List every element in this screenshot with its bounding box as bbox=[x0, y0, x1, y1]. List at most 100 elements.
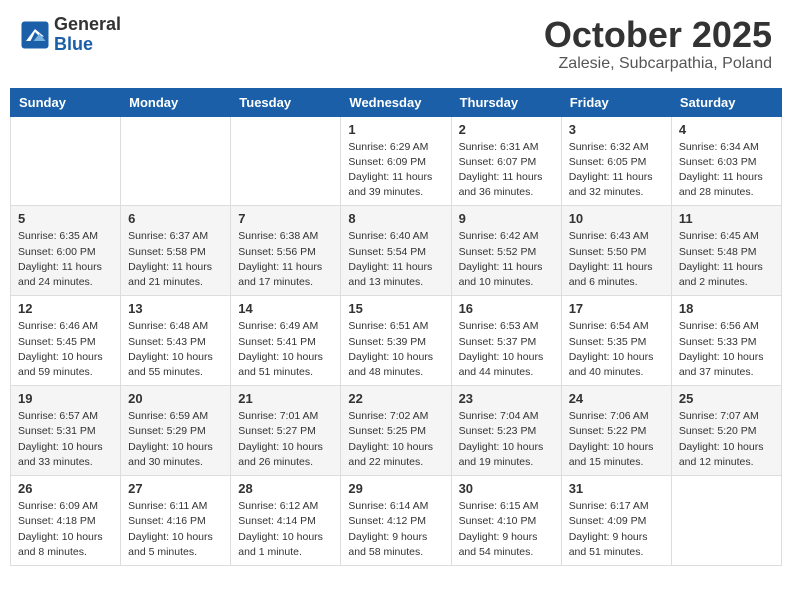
calendar-cell: 1Sunrise: 6:29 AM Sunset: 6:09 PM Daylig… bbox=[341, 116, 451, 206]
day-number: 23 bbox=[459, 391, 554, 406]
calendar-cell: 25 Sunrise: 7:07 AM Sunset: 5:20 PM Dayli… bbox=[671, 386, 781, 476]
logo-icon bbox=[20, 20, 50, 50]
day-number: 31 bbox=[569, 481, 664, 496]
title-section: October 2025 Zalesie, Subcarpathia, Pola… bbox=[544, 15, 772, 73]
day-info: Sunrise: 7:02 AM Sunset: 5:25 PM Dayligh… bbox=[348, 409, 443, 470]
logo-general: General bbox=[54, 15, 121, 35]
day-header-thursday: Thursday bbox=[451, 88, 561, 116]
calendar-cell: 26 Sunrise: 6:09 AM Sunset: 4:18 PM Dayli… bbox=[11, 476, 121, 566]
day-number: 13 bbox=[128, 301, 223, 316]
day-number: 30 bbox=[459, 481, 554, 496]
calendar-cell: 13 Sunrise: 6:48 AM Sunset: 5:43 PM Dayli… bbox=[121, 296, 231, 386]
day-header-wednesday: Wednesday bbox=[341, 88, 451, 116]
day-info: Sunrise: 7:01 AM Sunset: 5:27 PM Dayligh… bbox=[238, 409, 333, 470]
day-info: Sunrise: 6:51 AM Sunset: 5:39 PM Dayligh… bbox=[348, 319, 443, 380]
day-info: Sunrise: 6:34 AM Sunset: 6:03 PM Dayligh… bbox=[679, 140, 774, 201]
logo-text: General Blue bbox=[54, 15, 121, 55]
calendar-header-row: SundayMondayTuesdayWednesdayThursdayFrid… bbox=[11, 88, 782, 116]
calendar-cell: 20Sunrise: 6:59 AM Sunset: 5:29 PM Dayli… bbox=[121, 386, 231, 476]
day-info: Sunrise: 6:49 AM Sunset: 5:41 PM Dayligh… bbox=[238, 319, 333, 380]
calendar-cell: 5 Sunrise: 6:35 AM Sunset: 6:00 PM Daylig… bbox=[11, 206, 121, 296]
calendar-cell: 12Sunrise: 6:46 AM Sunset: 5:45 PM Dayli… bbox=[11, 296, 121, 386]
calendar-cell: 6 Sunrise: 6:37 AM Sunset: 5:58 PM Daylig… bbox=[121, 206, 231, 296]
calendar-cell: 3 Sunrise: 6:32 AM Sunset: 6:05 PM Daylig… bbox=[561, 116, 671, 206]
calendar-cell: 24Sunrise: 7:06 AM Sunset: 5:22 PM Dayli… bbox=[561, 386, 671, 476]
day-info: Sunrise: 6:29 AM Sunset: 6:09 PM Dayligh… bbox=[348, 140, 443, 201]
day-info: Sunrise: 6:15 AM Sunset: 4:10 PM Dayligh… bbox=[459, 499, 554, 560]
day-info: Sunrise: 6:09 AM Sunset: 4:18 PM Dayligh… bbox=[18, 499, 113, 560]
day-info: Sunrise: 6:42 AM Sunset: 5:52 PM Dayligh… bbox=[459, 229, 554, 290]
calendar-cell: 4Sunrise: 6:34 AM Sunset: 6:03 PM Daylig… bbox=[671, 116, 781, 206]
day-info: Sunrise: 6:56 AM Sunset: 5:33 PM Dayligh… bbox=[679, 319, 774, 380]
calendar-cell: 17Sunrise: 6:54 AM Sunset: 5:35 PM Dayli… bbox=[561, 296, 671, 386]
day-info: Sunrise: 7:07 AM Sunset: 5:20 PM Dayligh… bbox=[679, 409, 774, 470]
day-number: 28 bbox=[238, 481, 333, 496]
calendar-week-row: 26 Sunrise: 6:09 AM Sunset: 4:18 PM Dayli… bbox=[11, 476, 782, 566]
day-number: 26 bbox=[18, 481, 113, 496]
calendar-cell bbox=[231, 116, 341, 206]
page-header: General Blue October 2025 Zalesie, Subca… bbox=[10, 10, 782, 78]
day-number: 10 bbox=[569, 211, 664, 226]
day-number: 6 bbox=[128, 211, 223, 226]
calendar-cell: 18 Sunrise: 6:56 AM Sunset: 5:33 PM Dayli… bbox=[671, 296, 781, 386]
day-number: 21 bbox=[238, 391, 333, 406]
day-number: 14 bbox=[238, 301, 333, 316]
day-info: Sunrise: 6:46 AM Sunset: 5:45 PM Dayligh… bbox=[18, 319, 113, 380]
day-header-tuesday: Tuesday bbox=[231, 88, 341, 116]
day-header-sunday: Sunday bbox=[11, 88, 121, 116]
day-number: 2 bbox=[459, 122, 554, 137]
day-number: 5 bbox=[18, 211, 113, 226]
day-number: 16 bbox=[459, 301, 554, 316]
calendar-cell: 19 Sunrise: 6:57 AM Sunset: 5:31 PM Dayli… bbox=[11, 386, 121, 476]
calendar-cell bbox=[11, 116, 121, 206]
calendar-cell: 2Sunrise: 6:31 AM Sunset: 6:07 PM Daylig… bbox=[451, 116, 561, 206]
calendar-cell: 31Sunrise: 6:17 AM Sunset: 4:09 PM Dayli… bbox=[561, 476, 671, 566]
day-info: Sunrise: 7:04 AM Sunset: 5:23 PM Dayligh… bbox=[459, 409, 554, 470]
day-info: Sunrise: 6:45 AM Sunset: 5:48 PM Dayligh… bbox=[679, 229, 774, 290]
day-number: 19 bbox=[18, 391, 113, 406]
day-info: Sunrise: 6:38 AM Sunset: 5:56 PM Dayligh… bbox=[238, 229, 333, 290]
day-number: 22 bbox=[348, 391, 443, 406]
day-number: 3 bbox=[569, 122, 664, 137]
calendar-week-row: 5 Sunrise: 6:35 AM Sunset: 6:00 PM Daylig… bbox=[11, 206, 782, 296]
calendar-cell: 29Sunrise: 6:14 AM Sunset: 4:12 PM Dayli… bbox=[341, 476, 451, 566]
day-number: 27 bbox=[128, 481, 223, 496]
logo: General Blue bbox=[20, 15, 121, 55]
calendar-cell: 30 Sunrise: 6:15 AM Sunset: 4:10 PM Dayli… bbox=[451, 476, 561, 566]
calendar-cell: 11Sunrise: 6:45 AM Sunset: 5:48 PM Dayli… bbox=[671, 206, 781, 296]
day-number: 18 bbox=[679, 301, 774, 316]
calendar-cell: 8Sunrise: 6:40 AM Sunset: 5:54 PM Daylig… bbox=[341, 206, 451, 296]
calendar-cell: 10 Sunrise: 6:43 AM Sunset: 5:50 PM Dayli… bbox=[561, 206, 671, 296]
calendar-cell: 16Sunrise: 6:53 AM Sunset: 5:37 PM Dayli… bbox=[451, 296, 561, 386]
calendar-cell: 15Sunrise: 6:51 AM Sunset: 5:39 PM Dayli… bbox=[341, 296, 451, 386]
day-number: 25 bbox=[679, 391, 774, 406]
calendar-table: SundayMondayTuesdayWednesdayThursdayFrid… bbox=[10, 88, 782, 566]
day-info: Sunrise: 6:54 AM Sunset: 5:35 PM Dayligh… bbox=[569, 319, 664, 380]
day-number: 7 bbox=[238, 211, 333, 226]
day-number: 9 bbox=[459, 211, 554, 226]
day-header-friday: Friday bbox=[561, 88, 671, 116]
calendar-cell: 27 Sunrise: 6:11 AM Sunset: 4:16 PM Dayli… bbox=[121, 476, 231, 566]
calendar-cell bbox=[671, 476, 781, 566]
day-info: Sunrise: 6:14 AM Sunset: 4:12 PM Dayligh… bbox=[348, 499, 443, 560]
day-info: Sunrise: 6:37 AM Sunset: 5:58 PM Dayligh… bbox=[128, 229, 223, 290]
day-info: Sunrise: 6:35 AM Sunset: 6:00 PM Dayligh… bbox=[18, 229, 113, 290]
calendar-week-row: 1Sunrise: 6:29 AM Sunset: 6:09 PM Daylig… bbox=[11, 116, 782, 206]
calendar-cell: 14 Sunrise: 6:49 AM Sunset: 5:41 PM Dayli… bbox=[231, 296, 341, 386]
day-info: Sunrise: 6:57 AM Sunset: 5:31 PM Dayligh… bbox=[18, 409, 113, 470]
location-title: Zalesie, Subcarpathia, Poland bbox=[544, 55, 772, 73]
calendar-cell: 22 Sunrise: 7:02 AM Sunset: 5:25 PM Dayli… bbox=[341, 386, 451, 476]
day-info: Sunrise: 6:59 AM Sunset: 5:29 PM Dayligh… bbox=[128, 409, 223, 470]
calendar-cell: 23 Sunrise: 7:04 AM Sunset: 5:23 PM Dayli… bbox=[451, 386, 561, 476]
calendar-week-row: 19 Sunrise: 6:57 AM Sunset: 5:31 PM Dayli… bbox=[11, 386, 782, 476]
calendar-cell: 7 Sunrise: 6:38 AM Sunset: 5:56 PM Daylig… bbox=[231, 206, 341, 296]
day-info: Sunrise: 6:11 AM Sunset: 4:16 PM Dayligh… bbox=[128, 499, 223, 560]
day-info: Sunrise: 6:32 AM Sunset: 6:05 PM Dayligh… bbox=[569, 140, 664, 201]
day-header-monday: Monday bbox=[121, 88, 231, 116]
calendar-cell bbox=[121, 116, 231, 206]
calendar-week-row: 12Sunrise: 6:46 AM Sunset: 5:45 PM Dayli… bbox=[11, 296, 782, 386]
month-title: October 2025 bbox=[544, 15, 772, 55]
day-info: Sunrise: 6:40 AM Sunset: 5:54 PM Dayligh… bbox=[348, 229, 443, 290]
day-info: Sunrise: 6:43 AM Sunset: 5:50 PM Dayligh… bbox=[569, 229, 664, 290]
day-info: Sunrise: 6:48 AM Sunset: 5:43 PM Dayligh… bbox=[128, 319, 223, 380]
